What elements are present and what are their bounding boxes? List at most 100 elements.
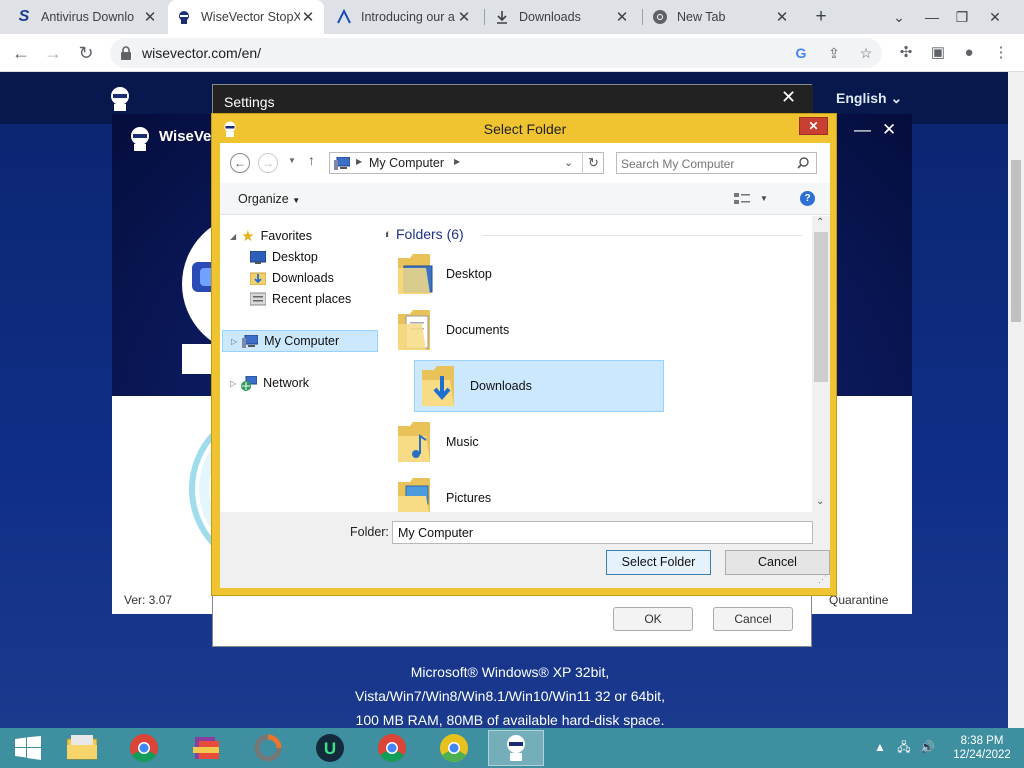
scroll-up-icon[interactable]: ⌃	[816, 217, 824, 228]
folder-pictures[interactable]: Pictures	[396, 472, 644, 512]
tab-title: Introducing our a	[361, 10, 455, 24]
forward-icon[interactable]: →	[40, 40, 66, 66]
taskbar-clock[interactable]: 8:38 PM 12/24/2022	[948, 734, 1016, 762]
breadcrumb-chevron-icon[interactable]: ▶	[454, 157, 460, 166]
share-icon[interactable]: ⇪	[823, 43, 845, 63]
start-button[interactable]	[0, 730, 56, 766]
extensions-icon[interactable]: ✣	[895, 42, 917, 64]
tab-wisevector[interactable]: WiseVector StopX ✕	[168, 0, 324, 34]
view-options-icon[interactable]	[734, 193, 750, 205]
menu-kebab-icon[interactable]: ⋮	[990, 42, 1012, 64]
search-field[interactable]	[616, 152, 817, 174]
select-folder-button[interactable]: Select Folder	[606, 550, 711, 575]
tab-title: Antivirus Downlo	[41, 10, 135, 24]
nav-item-desktop[interactable]: Desktop	[250, 247, 318, 267]
page-scrollbar-thumb[interactable]	[1011, 160, 1021, 322]
close-tab-icon[interactable]: ✕	[774, 8, 790, 26]
new-tab-button[interactable]: +	[811, 6, 831, 28]
view-chevron-icon[interactable]: ▼	[760, 194, 768, 203]
settings-title: Settings	[224, 94, 275, 110]
taskbar-chrome-beta[interactable]	[426, 730, 482, 766]
volume-icon[interactable]: 🔊	[920, 740, 935, 754]
nav-item-recent-places[interactable]: Recent places	[250, 289, 351, 309]
minimize-icon[interactable]: —	[917, 0, 947, 34]
content-scrollbar[interactable]: ⌃ ⌄	[812, 216, 830, 512]
taskbar-chrome[interactable]	[116, 730, 172, 766]
nav-network[interactable]: ▷ Network	[230, 373, 309, 393]
chrome-icon	[653, 10, 667, 24]
close-tab-icon[interactable]: ✕	[614, 8, 630, 26]
requirements-line: 100 MB RAM, 80MB of available hard-disk …	[355, 712, 665, 728]
settings-cancel-button[interactable]: Cancel	[713, 607, 793, 631]
taskbar-u-app[interactable]: U	[302, 730, 358, 766]
tray-overflow-icon[interactable]: ▲	[874, 740, 886, 754]
ok-button[interactable]: OK	[613, 607, 693, 631]
address-dropdown-icon[interactable]: ⌄	[564, 156, 573, 169]
url-text[interactable]: wisevector.com/en/	[142, 45, 261, 61]
quarantine-link[interactable]: Quarantine	[829, 593, 888, 607]
resize-grip-icon[interactable]: ⋰	[818, 574, 827, 585]
nav-my-computer[interactable]: ▷ My Computer	[222, 330, 378, 352]
close-tab-icon[interactable]: ✕	[456, 8, 472, 26]
taskbar-app-gray[interactable]	[240, 730, 296, 766]
tab-downloads[interactable]: Downloads ✕	[486, 0, 638, 34]
close-tab-icon[interactable]: ✕	[142, 8, 158, 26]
recent-locations-chevron-icon[interactable]: ▼	[288, 156, 296, 165]
side-panel-icon[interactable]: ▣	[927, 42, 949, 64]
back-icon[interactable]: ←	[8, 40, 34, 66]
google-icon[interactable]: G	[790, 43, 812, 63]
app-minimize-icon[interactable]: —	[854, 120, 871, 140]
search-icon[interactable]	[797, 157, 809, 169]
restore-icon[interactable]: ❐	[947, 0, 977, 34]
collapsed-caret-icon[interactable]: ▷	[231, 337, 237, 346]
breadcrumb-chevron-icon[interactable]: ▶	[356, 157, 362, 166]
taskbar-chrome-alt[interactable]	[364, 730, 420, 766]
address-bar[interactable]: wisevector.com/en/ G ⇪ ☆	[110, 38, 882, 68]
app-close-icon[interactable]: ✕	[882, 120, 896, 140]
lock-icon	[121, 46, 131, 60]
network-tray-icon[interactable]: 🖧	[897, 740, 910, 754]
up-arrow-icon[interactable]: ↑	[308, 152, 315, 168]
computer-icon	[242, 334, 259, 348]
address-text[interactable]: My Computer	[369, 156, 444, 170]
close-window-icon[interactable]: ✕	[980, 0, 1010, 34]
help-icon[interactable]: ?	[800, 191, 815, 206]
expanded-caret-icon[interactable]: ◢	[230, 232, 236, 241]
tab-search-chevron-icon[interactable]: ⌄	[884, 0, 914, 34]
taskbar-file-explorer[interactable]	[54, 730, 110, 766]
folder-field[interactable]	[392, 521, 813, 544]
nav-item-downloads[interactable]: Downloads	[250, 268, 334, 288]
refresh-icon[interactable]: ↻	[588, 155, 599, 171]
download-icon	[497, 11, 507, 24]
taskbar-wisevector[interactable]	[488, 730, 544, 766]
folder-documents[interactable]: Documents	[396, 304, 644, 356]
folders-group-header[interactable]: Folders (6)	[396, 226, 464, 242]
language-selector[interactable]: English ⌄	[836, 90, 902, 107]
taskbar-winrar[interactable]	[178, 730, 234, 766]
language-label: English	[836, 90, 887, 106]
folder-downloads[interactable]: Downloads	[414, 360, 664, 412]
search-input[interactable]	[621, 155, 791, 172]
page-scrollbar[interactable]	[1008, 72, 1024, 728]
tab-introducing[interactable]: Introducing our a ✕	[328, 0, 480, 34]
profile-avatar-icon[interactable]: ●	[958, 42, 980, 64]
nav-favorites[interactable]: ◢ ★ Favorites	[230, 226, 312, 246]
forward-arrow-icon[interactable]: →	[258, 153, 278, 173]
scroll-down-icon[interactable]: ⌄	[816, 496, 824, 507]
folder-desktop[interactable]: Desktop	[396, 248, 644, 300]
address-box[interactable]: ▶ My Computer ▶ ⌄ ↻	[329, 152, 604, 174]
bookmark-star-icon[interactable]: ☆	[855, 43, 877, 63]
content-scrollbar-thumb[interactable]	[814, 232, 828, 382]
reload-icon[interactable]: ↻	[73, 40, 99, 66]
collapsed-caret-icon[interactable]: ▷	[230, 379, 236, 388]
folder-music[interactable]: Music	[396, 416, 644, 468]
dialog-close-button[interactable]: ✕	[799, 117, 828, 135]
group-collapse-caret-icon[interactable]: ◢	[386, 229, 388, 238]
organize-menu[interactable]: Organize ▼	[238, 192, 300, 206]
back-arrow-icon[interactable]: ←	[230, 153, 250, 173]
settings-close-icon[interactable]: ✕	[781, 87, 796, 108]
tab-new-tab[interactable]: New Tab ✕	[644, 0, 798, 34]
cancel-button[interactable]: Cancel	[725, 550, 830, 575]
close-tab-icon[interactable]: ✕	[300, 8, 316, 26]
tab-antivirus[interactable]: S Antivirus Downlo ✕	[8, 0, 166, 34]
